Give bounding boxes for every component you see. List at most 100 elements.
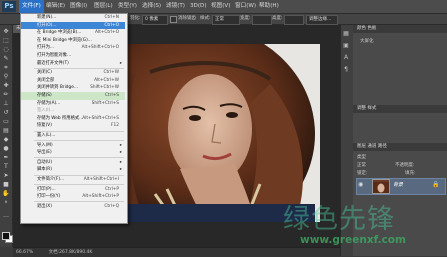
layers-panel-tabs[interactable]: 图层 通道 路径 (353, 143, 447, 151)
menu-item-shortcut: Ctrl+P (105, 186, 119, 192)
file-menu-item[interactable]: 恢复(V) F12 (21, 122, 125, 130)
gradient-tool-icon[interactable]: ▤ (2, 127, 10, 134)
character-panel-icon[interactable]: A (342, 54, 350, 62)
menu-item-shortcut: Alt+Shift+Ctrl+I (83, 177, 119, 182)
menu-item-shortcut: F12 (111, 123, 119, 129)
zoom-level[interactable]: 66.67% (16, 250, 33, 255)
blend-mode-select[interactable]: 正常 (357, 162, 366, 168)
file-menu-item[interactable]: 在 Bridge 中浏览(B)... Alt+Ctrl+O (21, 29, 125, 37)
menu-item-label: 置入(L)... (37, 133, 56, 138)
style-select[interactable]: 正常 (212, 15, 240, 25)
quick-select-tool-icon[interactable]: ✎ (2, 55, 10, 62)
file-menu-item[interactable]: 导出(E) ▸ (21, 149, 125, 157)
document-info: 文档:267.8K/890.4K (48, 250, 93, 255)
history-brush-tool-icon[interactable]: ↺ (2, 109, 10, 116)
menu-image[interactable]: 图像(I) (70, 0, 87, 13)
menu-item-shortcut: Ctrl+N (104, 15, 119, 20)
antialias-label: 消除锯齿 (178, 16, 196, 21)
paragraph-panel-icon[interactable]: ¶ (342, 66, 350, 74)
file-menu-item[interactable]: 打印(P)... Ctrl+P (21, 186, 125, 194)
menu-item-label: 存储为 Web 所用格式... (37, 115, 84, 121)
file-menu-item[interactable]: 自动(U) ▸ (21, 159, 125, 167)
eyedropper-tool-icon[interactable]: ⚲ (2, 73, 10, 80)
file-menu-item[interactable]: 打开(O)... Ctrl+O (21, 21, 125, 30)
menu-item-label: 关闭(C) (37, 70, 52, 76)
file-menu-item[interactable]: 存储(S) Ctrl+S (21, 92, 125, 100)
file-menu-item[interactable]: 在 Mini Bridge 中浏览(G)... (21, 37, 125, 45)
file-menu-item[interactable]: 导入(M) ▸ (21, 142, 125, 150)
menu-item-label: 导入(M) (37, 142, 53, 148)
menu-filter[interactable]: 滤镜(T) (166, 0, 185, 13)
menu-layer[interactable]: 图层(L) (94, 0, 113, 13)
menu-item-label: 文件简介(F)... (37, 177, 65, 182)
menu-item-shortcut: Shift+Ctrl+W (90, 85, 119, 91)
menu-type[interactable]: 类型(Y) (118, 0, 137, 13)
menu-window[interactable]: 窗口(W) (235, 0, 256, 13)
refine-edge-button[interactable]: 调整边缘... (306, 15, 338, 25)
menu-item-shortcut: Ctrl+S (105, 93, 119, 98)
file-menu-item[interactable]: 打印一份(Y) Alt+Shift+Ctrl+P (21, 193, 125, 201)
file-menu-item[interactable]: 关闭并转到 Bridge... Shift+Ctrl+W (21, 84, 125, 92)
menu-view[interactable]: 视图(V) (211, 0, 230, 13)
watermark-text: 绿色先锋 (283, 204, 395, 235)
adjustments-styles-tabs[interactable]: 调整 样式 (353, 105, 447, 113)
file-menu-item[interactable]: 置入(L)... (21, 132, 125, 140)
path-select-tool-icon[interactable]: ➤ (2, 172, 10, 179)
menu-item-label: 签入(I)... (37, 108, 55, 114)
shape-tool-icon[interactable]: ■ (2, 181, 10, 188)
history-panel-icon[interactable]: ▦ (342, 30, 350, 38)
blur-tool-icon[interactable]: ◆ (2, 136, 10, 143)
crop-tool-icon[interactable]: ⌗ (2, 64, 10, 71)
lock-label: 锁定: (357, 171, 368, 176)
menu-item-label: 脚本(R) (37, 167, 52, 173)
menu-item-shortcut: Ctrl+W (103, 70, 120, 76)
hand-tool-icon[interactable]: ✋ (2, 190, 10, 197)
file-menu-item[interactable]: 存储为 Web 所用格式... Alt+Shift+Ctrl+S (21, 115, 125, 123)
lasso-tool-icon[interactable]: ◌ (2, 46, 10, 53)
submenu-arrow-icon: ▸ (119, 167, 122, 173)
file-menu-item[interactable]: 文件简介(F)... Alt+Shift+Ctrl+I (21, 176, 125, 184)
file-menu-item[interactable]: 打开为智能对象... (21, 52, 125, 60)
antialias-checkbox[interactable] (170, 16, 177, 23)
file-menu-item[interactable]: 打开为... Alt+Shift+Ctrl+O (21, 44, 125, 52)
height-label: 高度: (272, 16, 283, 21)
foreground-color-swatch[interactable] (2, 232, 10, 240)
menu-help[interactable]: 帮助(H) (259, 0, 279, 13)
menu-select[interactable]: 选择(S) (142, 0, 161, 13)
feather-input[interactable]: 0 像素 (142, 15, 168, 25)
healing-tool-icon[interactable]: ✚ (2, 82, 10, 89)
eraser-tool-icon[interactable]: ▭ (2, 118, 10, 125)
menu-item-label: 自动(U) (37, 159, 53, 165)
color-swatches-tabs[interactable]: 颜色 色板 (353, 25, 447, 33)
more-tools-icon[interactable]: … (2, 212, 10, 219)
menu-edit[interactable]: 编辑(E) (46, 0, 65, 13)
menu-item-shortcut: Alt+Shift+Ctrl+P (82, 194, 119, 200)
menu-3d[interactable]: 3D(D) (190, 0, 207, 13)
pen-tool-icon[interactable]: ✒ (2, 154, 10, 161)
width-input[interactable] (252, 15, 272, 25)
dodge-tool-icon[interactable]: ● (2, 145, 10, 152)
fill-label: 填充: (405, 171, 416, 176)
height-input[interactable] (284, 15, 304, 25)
menu-item-label: 导出(E) (37, 150, 52, 156)
stamp-tool-icon[interactable]: ⊥ (2, 100, 10, 107)
type-tool-icon[interactable]: T (2, 163, 10, 170)
menu-item-shortcut: Ctrl+O (104, 22, 119, 28)
file-menu-item[interactable]: 关闭全部 Alt+Ctrl+W (21, 77, 125, 85)
file-menu-item[interactable]: 退出(X) Ctrl+Q (21, 203, 125, 211)
marquee-tool-icon[interactable]: ⬚ (2, 37, 10, 44)
file-menu-item[interactable]: 脚本(R) ▸ (21, 166, 125, 174)
layer-kind-filter[interactable]: 类型 (357, 154, 366, 160)
properties-panel-icon[interactable]: ▣ (342, 42, 350, 50)
move-tool-icon[interactable]: ✥ (2, 28, 10, 35)
eye-icon[interactable]: ◉ (358, 180, 363, 190)
brush-tool-icon[interactable]: ✏ (2, 91, 10, 98)
file-menu-item[interactable]: 最近打开文件(T) ▸ (21, 60, 125, 68)
file-menu-item[interactable]: 关闭(C) Ctrl+W (21, 69, 125, 77)
file-menu-item[interactable]: 新建(N)... Ctrl+N (21, 14, 125, 22)
file-menu-item[interactable]: 存储为(A)... Shift+Ctrl+S (21, 100, 125, 108)
menu-item-label: 打开为智能对象... (37, 53, 72, 58)
zoom-tool-icon[interactable]: ⚬ (2, 199, 10, 206)
layer-name: 背景 (393, 182, 404, 188)
menu-file[interactable]: 文件(F) (19, 0, 44, 13)
